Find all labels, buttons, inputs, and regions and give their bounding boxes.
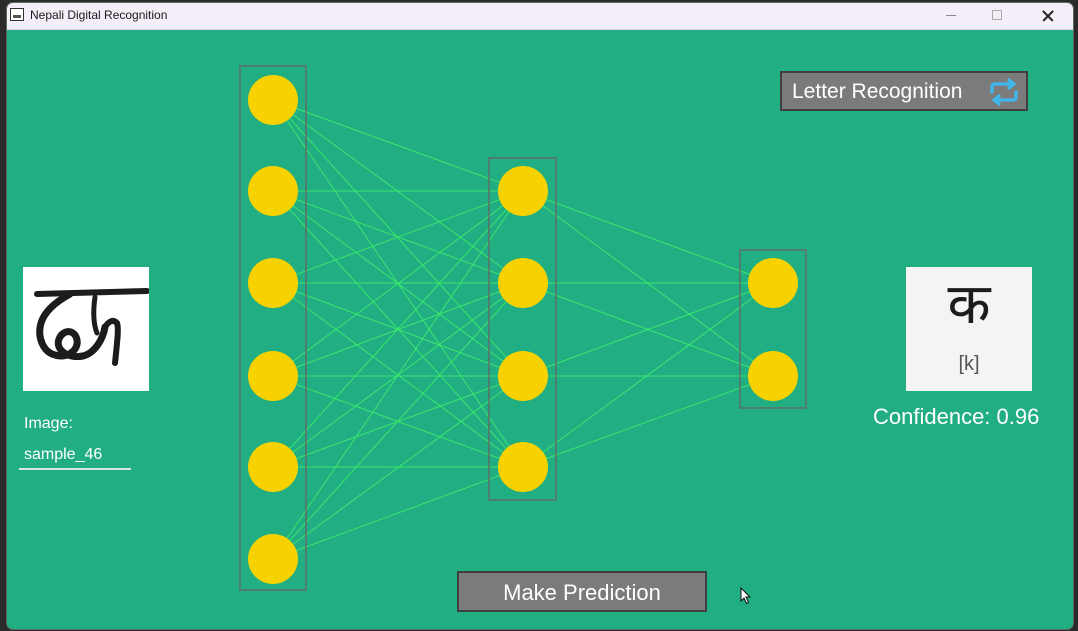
network-node xyxy=(498,166,548,216)
network-node xyxy=(248,534,298,584)
maximize-button[interactable] xyxy=(974,3,1020,29)
app-window: Nepali Digital Recognition Image: sample… xyxy=(7,3,1073,629)
repeat-icon xyxy=(987,76,1021,112)
network-connection xyxy=(522,190,774,284)
network-connection xyxy=(272,99,524,192)
predicted-character: क xyxy=(947,272,991,337)
window-title: Nepali Digital Recognition xyxy=(30,8,168,22)
network-node xyxy=(748,351,798,401)
mouse-cursor-icon xyxy=(740,587,752,605)
network-connection xyxy=(522,375,774,468)
network-node xyxy=(248,258,298,308)
handwritten-ka-image xyxy=(34,288,150,366)
image-label: Image: xyxy=(24,415,73,432)
network-node xyxy=(248,351,298,401)
network-node xyxy=(498,442,548,492)
toggle-button-label: Letter Recognition xyxy=(792,80,963,103)
network-connection xyxy=(522,282,774,468)
letter-recognition-toggle-button[interactable]: Letter Recognition xyxy=(780,71,1028,111)
sample-name-value: sample_46 xyxy=(24,446,103,463)
network-node xyxy=(748,258,798,308)
sample-name-field[interactable]: sample_46 xyxy=(19,440,131,470)
network-node xyxy=(248,442,298,492)
network-connection xyxy=(272,282,524,560)
network-node xyxy=(248,166,298,216)
network-connection xyxy=(272,466,524,560)
network-connection xyxy=(272,190,524,560)
network-node xyxy=(248,75,298,125)
network-connection xyxy=(272,99,524,377)
prediction-box: क [k] xyxy=(906,267,1032,391)
confidence-text: Confidence: 0.96 xyxy=(873,404,1040,429)
predicted-romanization: [k] xyxy=(958,353,980,375)
make-prediction-label: Make Prediction xyxy=(503,580,661,605)
layer-box-1 xyxy=(239,65,307,591)
network-node xyxy=(498,351,548,401)
app-icon xyxy=(10,8,24,21)
input-image xyxy=(23,267,150,391)
main-canvas: Image: sample_46 Letter Recognition क [k… xyxy=(7,30,1073,629)
network-node xyxy=(498,258,548,308)
minimize-button[interactable] xyxy=(928,3,974,29)
make-prediction-button[interactable]: Make Prediction xyxy=(457,571,707,612)
close-button[interactable] xyxy=(1025,3,1071,29)
title-bar[interactable]: Nepali Digital Recognition xyxy=(7,3,1073,30)
